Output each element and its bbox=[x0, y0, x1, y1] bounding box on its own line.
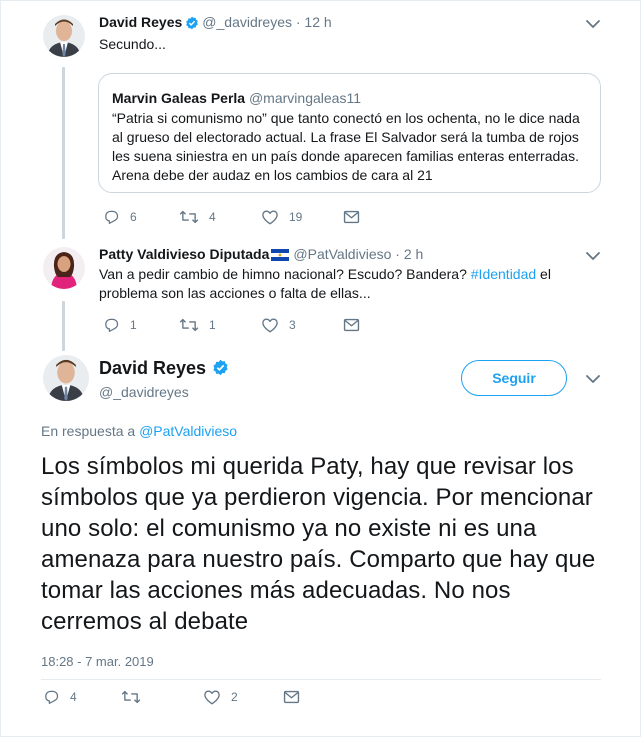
like-button[interactable]: 19 bbox=[261, 207, 302, 227]
tweet-header: Patty Valdivieso Diputada @PatValdivieso … bbox=[99, 245, 423, 265]
retweet-count: 1 bbox=[209, 318, 216, 332]
quoted-author-handle: @marvingaleas11 bbox=[248, 90, 361, 106]
retweet-button[interactable]: 1 bbox=[179, 315, 216, 335]
quoted-tweet-header: Marvin Galeas Perla @marvingaleas11 bbox=[112, 89, 361, 107]
tweet-actions: 4 2 bbox=[43, 687, 313, 707]
reply-to-handle-link[interactable]: @PatValdivieso bbox=[139, 423, 237, 439]
hashtag-link[interactable]: #Identidad bbox=[471, 266, 536, 282]
author-name[interactable]: David Reyes bbox=[99, 14, 182, 30]
like-count: 19 bbox=[289, 210, 303, 224]
tweet-text-part: Van a pedir cambio de himno nacional? Es… bbox=[99, 266, 471, 282]
verified-badge-icon bbox=[212, 359, 229, 381]
retweet-button[interactable] bbox=[121, 687, 151, 707]
envelope-icon bbox=[283, 690, 300, 704]
author-name-text[interactable]: David Reyes bbox=[99, 358, 206, 378]
reply-button[interactable]: 6 bbox=[103, 207, 137, 227]
quoted-author-name: Marvin Galeas Perla bbox=[112, 90, 246, 106]
like-count: 3 bbox=[289, 318, 296, 332]
tweet-timestamp[interactable]: 18:28 - 7 mar. 2019 bbox=[41, 654, 154, 670]
tweet-text: Van a pedir cambio de himno nacional? Es… bbox=[99, 265, 599, 303]
reply-count: 4 bbox=[70, 690, 77, 704]
reply-context: En respuesta a @PatValdivieso bbox=[41, 422, 237, 440]
like-button[interactable]: 3 bbox=[261, 315, 296, 335]
tweet-time[interactable]: · 12 h bbox=[296, 14, 332, 30]
quoted-tweet-card[interactable]: Marvin Galeas Perla @marvingaleas11 “Pat… bbox=[98, 73, 601, 193]
reply-button[interactable]: 4 bbox=[43, 687, 77, 707]
reply-context-prefix: En respuesta a bbox=[41, 423, 140, 439]
tweet-actions: 1 1 3 bbox=[103, 315, 363, 335]
like-button[interactable]: 2 bbox=[203, 687, 238, 707]
follow-button[interactable]: Seguir bbox=[461, 360, 567, 396]
author-handle[interactable]: @PatValdivieso bbox=[293, 246, 391, 262]
avatar-david-reyes[interactable] bbox=[43, 15, 85, 57]
reply-button[interactable]: 1 bbox=[103, 315, 137, 335]
chevron-down-icon[interactable] bbox=[584, 370, 602, 388]
reply-icon bbox=[105, 210, 119, 225]
heart-icon bbox=[262, 210, 278, 225]
envelope-icon bbox=[343, 210, 360, 224]
tweet-actions: 6 4 19 bbox=[103, 207, 363, 227]
author-handle[interactable]: @_davidreyes bbox=[99, 383, 189, 401]
envelope-icon bbox=[343, 318, 360, 332]
reply-icon bbox=[105, 318, 119, 333]
like-count: 2 bbox=[231, 690, 238, 704]
avatar-patty-valdivieso[interactable] bbox=[43, 247, 85, 289]
direct-message-button[interactable] bbox=[343, 207, 360, 227]
retweet-icon bbox=[179, 210, 199, 224]
verified-badge-icon bbox=[185, 16, 199, 34]
quoted-tweet-text: “Patria si comunismo no” que tanto conec… bbox=[112, 110, 580, 183]
heart-icon bbox=[204, 690, 220, 705]
author-handle[interactable]: @_davidreyes bbox=[202, 14, 292, 30]
direct-message-button[interactable] bbox=[283, 687, 300, 707]
chevron-down-icon[interactable] bbox=[584, 15, 602, 33]
tweet-text: Secundo... bbox=[99, 36, 166, 52]
retweet-button[interactable]: 4 bbox=[179, 207, 216, 227]
tweet-time[interactable]: · 2 h bbox=[395, 246, 423, 262]
reply-count: 1 bbox=[130, 318, 137, 332]
direct-message-button[interactable] bbox=[343, 315, 360, 335]
retweet-icon bbox=[179, 318, 199, 332]
main-tweet-text: Los símbolos mi querida Paty, hay que re… bbox=[41, 453, 596, 635]
retweet-icon bbox=[121, 690, 141, 704]
avatar-david-reyes[interactable] bbox=[43, 355, 89, 401]
thread-connector-line bbox=[62, 67, 65, 239]
chevron-down-icon[interactable] bbox=[584, 247, 602, 265]
reply-count: 6 bbox=[130, 210, 137, 224]
author-name[interactable]: Patty Valdivieso Diputada bbox=[99, 246, 269, 262]
tweet-header: David Reyes @_davidreyes · 12 h bbox=[99, 13, 332, 34]
divider bbox=[41, 679, 601, 680]
reply-icon bbox=[45, 690, 59, 705]
retweet-count: 4 bbox=[209, 210, 216, 224]
el-salvador-flag-icon bbox=[271, 247, 290, 265]
author-name: David Reyes bbox=[99, 357, 232, 381]
thread-connector-line bbox=[62, 301, 65, 351]
tweet-thread-panel: David Reyes @_davidreyes · 12 h Secundo..… bbox=[0, 0, 641, 737]
heart-icon bbox=[262, 318, 278, 333]
